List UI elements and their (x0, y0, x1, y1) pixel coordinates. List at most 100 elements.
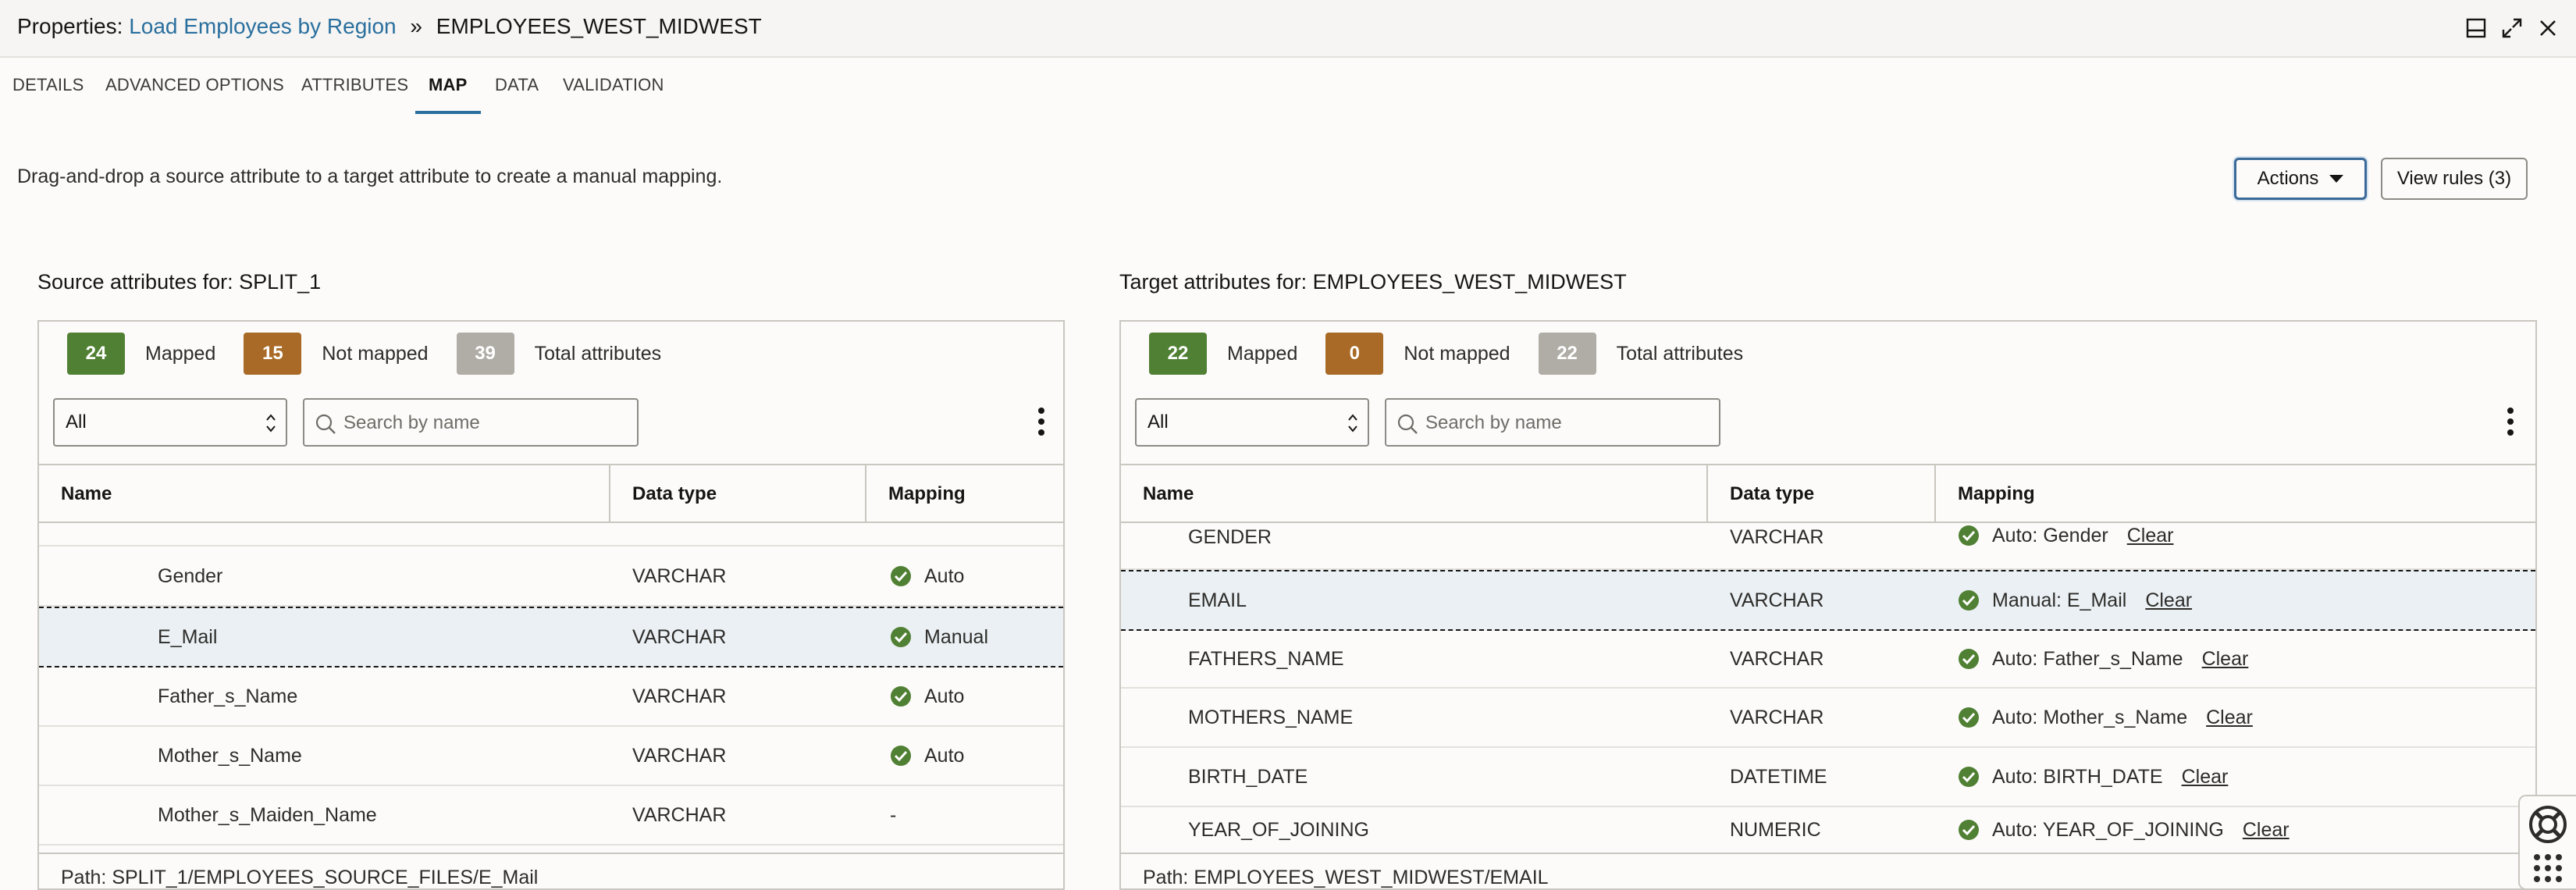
row-name: Mother_s_Name (158, 744, 302, 767)
row-datatype: VARCHAR (1730, 706, 1824, 728)
tab-data[interactable]: DATA (495, 75, 539, 95)
row-mapping-text: - (890, 803, 897, 826)
source-panel: 24 Mapped 15 Not mapped 39 Total attribu… (37, 320, 1065, 890)
clear-mapping-link[interactable]: Clear (2182, 766, 2229, 789)
column-header-datatype[interactable]: Data type (610, 465, 865, 523)
actions-button[interactable]: Actions (2234, 158, 2367, 200)
not-mapped-label: Not mapped (322, 342, 429, 365)
column-header-name[interactable]: Name (1121, 465, 1706, 523)
kebab-icon[interactable] (1035, 404, 1048, 439)
help-lifebuoy-icon[interactable] (2528, 804, 2568, 845)
table-row-selected[interactable]: E_Mail VARCHAR Manual (39, 607, 1063, 668)
column-header-datatype[interactable]: Data type (1708, 465, 1934, 523)
row-name: MOTHERS_NAME (1188, 706, 1354, 728)
row-mapping-text: Auto (924, 744, 965, 767)
mapped-count-badge: 22 (1149, 333, 1207, 375)
table-row[interactable]: FATHERS_NAME VARCHAR Auto: Father_s_Name… (1121, 631, 2535, 689)
tab-advanced-options[interactable]: ADVANCED OPTIONS (105, 75, 284, 95)
row-name: Gender (158, 564, 223, 587)
row-mapping-text: Auto: Mother_s_Name (1992, 706, 2188, 728)
actions-label: Actions (2257, 168, 2319, 189)
row-datatype: VARCHAR (1730, 589, 1824, 611)
column-header-mapping[interactable]: Mapping (1936, 465, 2535, 523)
instruction-text: Drag-and-drop a source attribute to a ta… (17, 166, 723, 187)
table-row-selected[interactable]: EMAIL VARCHAR Manual: E_Mail Clear (1121, 570, 2535, 631)
row-name: FATHERS_NAME (1188, 647, 1344, 670)
clear-mapping-link[interactable]: Clear (2145, 589, 2192, 612)
row-mapping-text: Manual: E_Mail (1992, 589, 2127, 611)
check-circle-icon (1959, 820, 1979, 840)
source-search-input[interactable] (343, 408, 624, 439)
table-row[interactable]: Father_s_Name VARCHAR Auto (39, 668, 1063, 727)
table-row[interactable]: Mother_s_Name VARCHAR Auto (39, 727, 1063, 786)
check-circle-icon (891, 627, 911, 647)
not-mapped-count-badge: 15 (244, 333, 302, 375)
row-mapping: Auto: YEAR_OF_JOINING Clear (1958, 807, 2290, 853)
row-name: GENDER (1188, 526, 1272, 548)
check-circle-icon (1959, 707, 1979, 728)
help-widget[interactable] (2518, 795, 2576, 890)
row-mapping-text: Auto: YEAR_OF_JOINING (1992, 818, 2224, 841)
path-divider (1121, 853, 2535, 854)
column-header-mapping[interactable]: Mapping (866, 465, 1063, 523)
source-grid-header: Name Data type Mapping (39, 464, 1063, 523)
chevron-down-icon (2329, 175, 2344, 183)
row-mapping: Auto (890, 727, 964, 785)
row-datatype: VARCHAR (632, 564, 727, 587)
target-search-box (1385, 398, 1720, 447)
row-datatype: VARCHAR (632, 625, 727, 648)
breadcrumb: Properties: Load Employees by Region » E… (17, 14, 762, 39)
breadcrumb-link[interactable]: Load Employees by Region (129, 14, 396, 38)
tab-validation[interactable]: VALIDATION (563, 75, 664, 95)
view-rules-button[interactable]: View rules (3) (2381, 158, 2528, 200)
table-row[interactable]: GENDER VARCHAR Auto: Gender Clear (1121, 525, 2535, 570)
row-name: Father_s_Name (158, 685, 298, 707)
active-tab-indicator (415, 111, 481, 114)
close-icon[interactable] (2537, 17, 2559, 39)
table-row-partial (39, 540, 1063, 546)
target-grid-header: Name Data type Mapping (1121, 464, 2535, 523)
clear-mapping-link[interactable]: Clear (2206, 707, 2253, 729)
tab-details[interactable]: DETAILS (12, 75, 84, 95)
grid-icon[interactable] (2532, 853, 2564, 884)
restore-icon[interactable] (2465, 17, 2487, 39)
table-row[interactable]: Mother_s_Maiden_Name VARCHAR - (39, 786, 1063, 846)
row-mapping-text: Auto (924, 685, 965, 707)
check-circle-icon (1959, 525, 1979, 546)
row-mapping: Auto: Mother_s_Name Clear (1958, 689, 2253, 746)
expand-icon[interactable] (2501, 17, 2523, 39)
tab-bar: DETAILS ADVANCED OPTIONS ATTRIBUTES MAP … (0, 58, 2576, 117)
target-filter-select[interactable]: All (1135, 398, 1369, 447)
row-datatype: DATETIME (1730, 765, 1827, 788)
row-name: Mother_s_Maiden_Name (158, 803, 377, 826)
tab-attributes[interactable]: ATTRIBUTES (301, 75, 408, 95)
check-circle-icon (1959, 590, 1979, 611)
target-stats: 22 Mapped 0 Not mapped 22 Total attribut… (1149, 333, 1771, 375)
breadcrumb-separator: » (410, 14, 422, 38)
table-row[interactable]: BIRTH_DATE DATETIME Auto: BIRTH_DATE Cle… (1121, 748, 2535, 807)
filter-value: All (1147, 411, 1169, 433)
clear-mapping-link[interactable]: Clear (2127, 525, 2174, 547)
row-mapping: Auto (890, 668, 964, 725)
table-row[interactable]: MOTHERS_NAME VARCHAR Auto: Mother_s_Name… (1121, 689, 2535, 748)
kebab-icon[interactable] (2504, 404, 2517, 439)
row-mapping: Manual: E_Mail Clear (1958, 571, 2192, 629)
row-mapping: Auto (890, 547, 964, 605)
row-datatype: VARCHAR (632, 744, 727, 767)
row-mapping: Auto: Father_s_Name Clear (1958, 631, 2248, 687)
row-name: YEAR_OF_JOINING (1188, 818, 1369, 841)
source-filter-select[interactable]: All (53, 398, 287, 447)
clear-mapping-link[interactable]: Clear (2202, 648, 2249, 671)
clear-mapping-link[interactable]: Clear (2243, 819, 2290, 842)
table-row[interactable]: YEAR_OF_JOINING NUMERIC Auto: YEAR_OF_JO… (1121, 807, 2535, 853)
column-header-name[interactable]: Name (39, 465, 609, 523)
tab-map[interactable]: MAP (429, 75, 468, 95)
row-datatype: VARCHAR (632, 685, 727, 707)
table-row[interactable]: Gender VARCHAR Auto (39, 547, 1063, 607)
check-circle-icon (891, 686, 911, 707)
target-heading: Target attributes for: EMPLOYEES_WEST_MI… (1119, 270, 1627, 294)
search-icon (315, 414, 336, 434)
mapped-count-badge: 24 (67, 333, 125, 375)
select-arrows-icon (1348, 414, 1357, 433)
target-search-input[interactable] (1425, 408, 1706, 439)
